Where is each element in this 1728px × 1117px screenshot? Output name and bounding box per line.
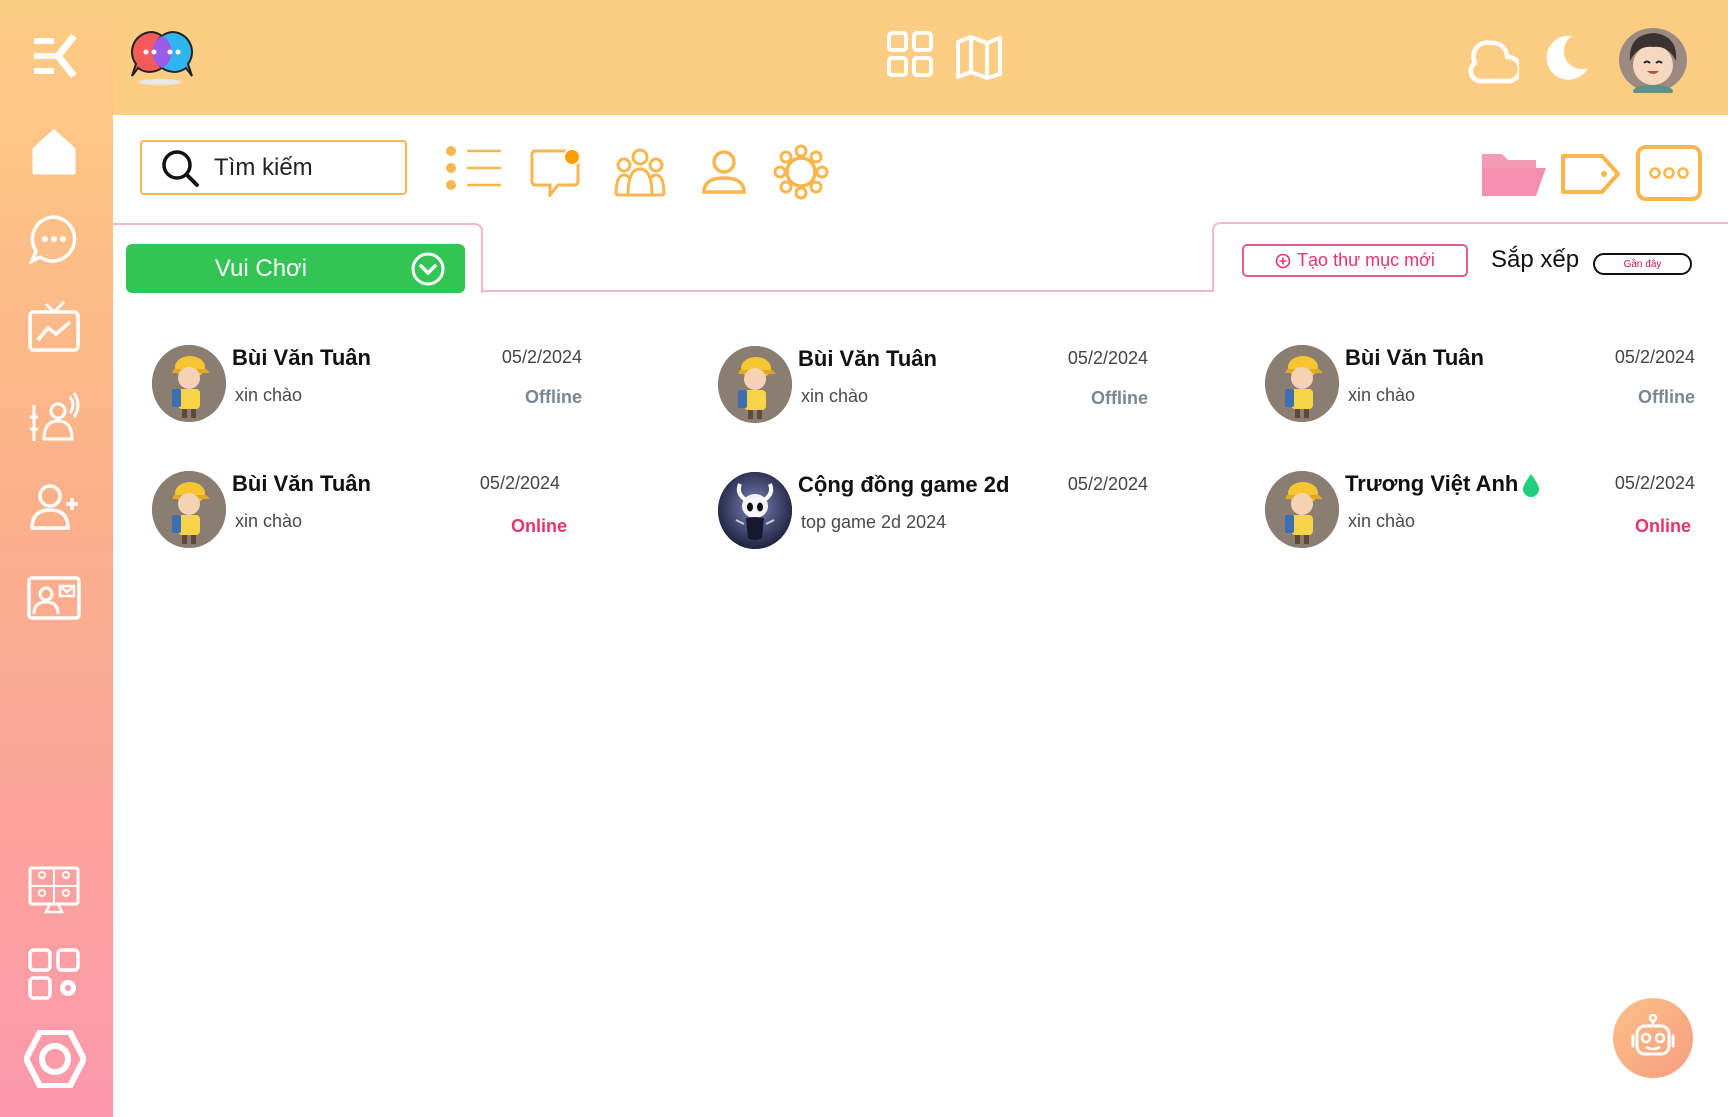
add-circle-icon: [1275, 253, 1291, 269]
sort-dropdown[interactable]: Gần đây: [1593, 253, 1692, 275]
folder-icon[interactable]: [1480, 150, 1550, 198]
last-message: xin chào: [235, 385, 303, 405]
contact-avatar: [152, 471, 226, 548]
message-date: 05/2/2024: [1067, 474, 1148, 494]
chat-item[interactable]: Bùi Văn Tuân xin chào 05/2/2024 Offline: [1265, 345, 1695, 435]
group-icon[interactable]: [614, 147, 666, 197]
menu-collapse-icon[interactable]: [26, 28, 82, 84]
voice-control-icon[interactable]: [26, 389, 82, 445]
contact-name: Bùi Văn Tuân: [1345, 345, 1484, 370]
contact-avatar: [718, 346, 792, 423]
person-icon[interactable]: [700, 148, 748, 196]
contact-avatar: [1265, 471, 1339, 548]
online-drop-icon: [1521, 472, 1541, 498]
chat-item[interactable]: Trương Việt Anh xin chào 05/2/2024 Onlin…: [1265, 471, 1695, 561]
tag-icon[interactable]: [1560, 152, 1622, 196]
last-message: xin chào: [1348, 385, 1416, 405]
video-meeting-icon[interactable]: [26, 862, 82, 918]
last-message: xin chào: [1348, 511, 1416, 531]
chatbot-button[interactable]: [1613, 998, 1693, 1078]
message-date: 05/2/2024: [479, 473, 560, 493]
search-box[interactable]: [140, 140, 407, 195]
new-folder-button[interactable]: Tạo thư mục mới: [1242, 244, 1468, 277]
map-icon[interactable]: [955, 34, 1003, 80]
status-text: Offline: [525, 387, 582, 407]
folder-dropdown[interactable]: Vui Chơi: [126, 244, 465, 293]
contact-avatar: [718, 472, 792, 549]
message-date: 05/2/2024: [1614, 347, 1695, 367]
message-date: 05/2/2024: [501, 347, 582, 367]
contact-name: Bùi Văn Tuân: [798, 346, 937, 371]
status-text: Offline: [1091, 388, 1148, 408]
grid-icon[interactable]: [886, 30, 934, 78]
chevron-down-icon[interactable]: [411, 252, 445, 286]
contact-avatar: [152, 345, 226, 422]
contact-name: Bùi Văn Tuân: [232, 345, 371, 370]
last-message: top game 2d 2024: [801, 512, 947, 532]
search-input[interactable]: [214, 153, 394, 182]
chat-item[interactable]: Bùi Văn Tuân xin chào 05/2/2024 Online: [152, 471, 571, 561]
hexagon-settings-icon[interactable]: [24, 1030, 86, 1088]
list-icon[interactable]: [445, 145, 503, 191]
contact-name: Bùi Văn Tuân: [232, 471, 371, 496]
chat-item[interactable]: Bùi Văn Tuân xin chào 05/2/2024 Offline: [718, 346, 1148, 436]
user-avatar[interactable]: [1618, 27, 1688, 93]
status-text: Online: [510, 516, 567, 536]
more-icon[interactable]: [1636, 145, 1702, 201]
status-text: Offline: [1638, 387, 1695, 407]
message-date: 05/2/2024: [1067, 348, 1148, 368]
message-date: 05/2/2024: [1614, 473, 1695, 493]
contact-avatar: [1265, 345, 1339, 422]
robot-icon: [1629, 1014, 1677, 1062]
status-text: Online: [1634, 516, 1691, 536]
cloud-icon[interactable]: [1467, 35, 1519, 85]
chat-item[interactable]: Bùi Văn Tuân xin chào 05/2/2024 Offline: [152, 345, 582, 435]
contact-name: Trương Việt Anh: [1345, 471, 1519, 496]
new-folder-label: Tạo thư mục mới: [1297, 250, 1435, 270]
folder-dropdown-label: Vui Chơi: [214, 254, 308, 282]
contact-card-icon[interactable]: [26, 570, 82, 626]
search-icon[interactable]: [160, 148, 200, 188]
notification-chat-icon[interactable]: [528, 147, 584, 197]
apps-settings-icon[interactable]: [26, 946, 82, 1002]
contact-name: Cộng đồng game 2d: [798, 472, 1010, 497]
moon-icon[interactable]: [1542, 34, 1590, 82]
home-icon[interactable]: [26, 123, 82, 179]
flower-icon[interactable]: [772, 144, 830, 200]
app-logo-icon[interactable]: [128, 28, 196, 86]
add-user-icon[interactable]: [26, 478, 82, 534]
tab-divider: [482, 290, 1214, 292]
live-tv-icon[interactable]: [26, 300, 82, 356]
sort-label: Sắp xếp: [1491, 246, 1580, 273]
chat-bubble-icon[interactable]: [26, 211, 82, 267]
last-message: xin chào: [235, 511, 303, 531]
last-message: xin chào: [801, 386, 869, 406]
chat-item[interactable]: Cộng đồng game 2d top game 2d 2024 05/2/…: [718, 472, 1148, 562]
